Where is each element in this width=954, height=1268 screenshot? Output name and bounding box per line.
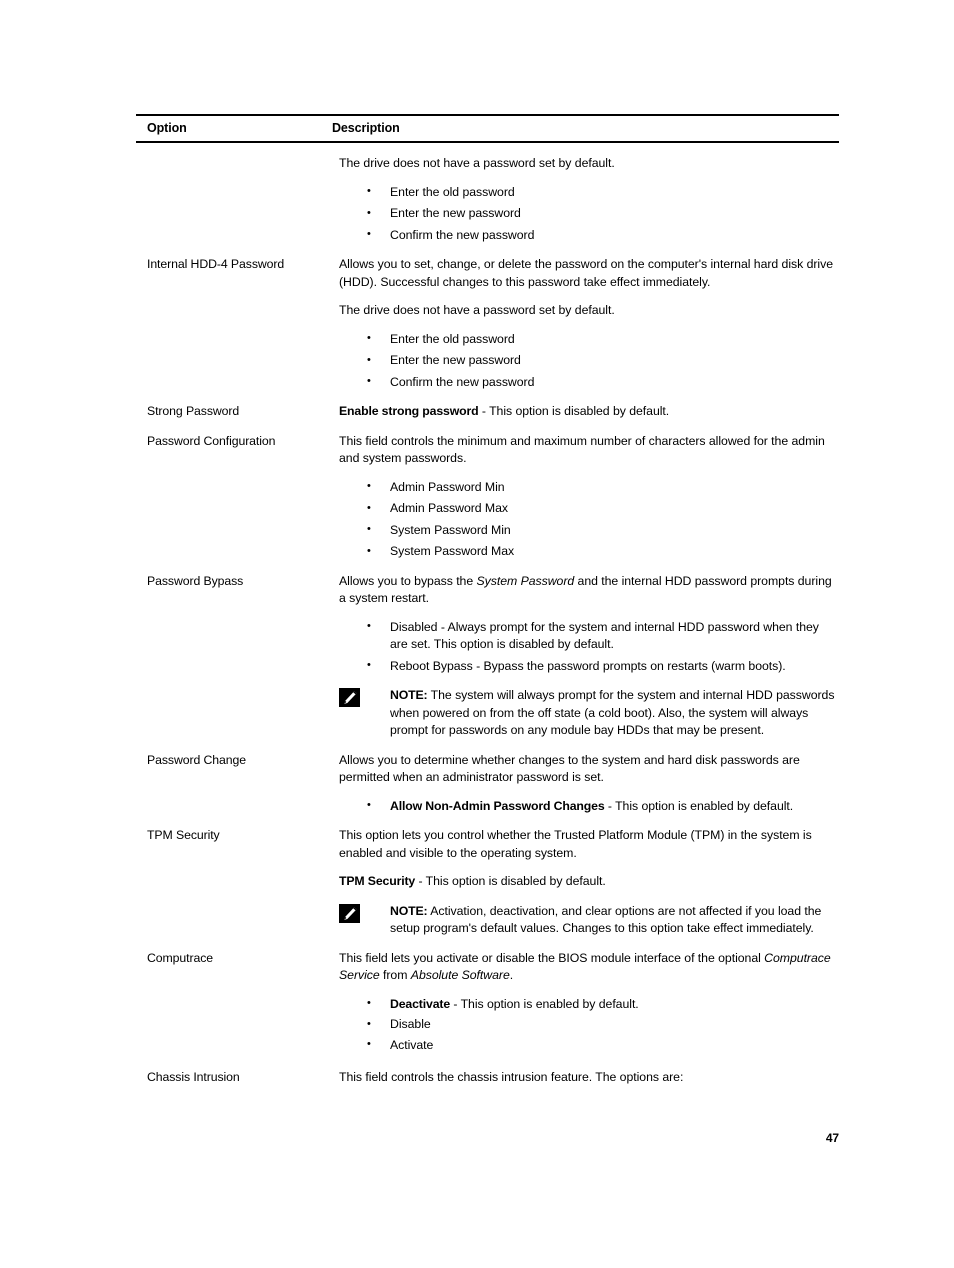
- list-item: Disable: [339, 1016, 837, 1034]
- list-item: Enter the old password: [339, 330, 837, 349]
- table-header-row: Option Description: [136, 116, 839, 141]
- bullet-list: Allow Non-Admin Password Changes - This …: [339, 797, 837, 816]
- table-row: Strong Password Enable strong password -…: [136, 391, 839, 421]
- list-item: Admin Password Min: [339, 478, 837, 497]
- list-item: Enter the old password: [339, 183, 837, 202]
- column-header-description: Description: [332, 121, 400, 135]
- list-item: System Password Max: [339, 543, 837, 561]
- row-option-label: Chassis Intrusion: [147, 1070, 240, 1084]
- list-item-text: - This option is enabled by default.: [450, 996, 639, 1011]
- row-description: Allows you to set, change, or delete the…: [339, 256, 839, 391]
- description-paragraph: Enable strong password - This option is …: [339, 403, 837, 421]
- row-option-label: Password Change: [147, 752, 246, 767]
- row-description: The drive does not have a password set b…: [339, 155, 839, 244]
- bullet-list: Deactivate - This option is enabled by d…: [339, 995, 837, 1055]
- description-text: - This option is disabled by default.: [478, 404, 670, 418]
- document-page: Option Description The drive does not ha…: [0, 0, 954, 1268]
- row-description: This field controls the chassis intrusio…: [339, 1069, 839, 1087]
- note-text: The system will always prompt for the sy…: [390, 688, 835, 737]
- row-description: Allows you to bypass the System Password…: [339, 573, 839, 740]
- list-item: Enter the new password: [339, 205, 837, 223]
- note-pencil-icon: [339, 903, 360, 923]
- list-item: Reboot Bypass - Bypass the password prom…: [339, 657, 837, 676]
- table-row: Internal HDD-4 Password Allows you to se…: [136, 244, 839, 391]
- table-row: TPM Security This option lets you contro…: [136, 815, 839, 938]
- bullet-list: Disabled - Always prompt for the system …: [339, 618, 837, 676]
- description-paragraph: TPM Security - This option is disabled b…: [339, 873, 837, 891]
- list-item: Confirm the new password: [339, 373, 837, 392]
- note-pencil-icon: [339, 688, 360, 707]
- description-paragraph: Allows you to set, change, or delete the…: [339, 257, 833, 289]
- table-row: Password Configuration This field contro…: [136, 421, 839, 561]
- italic-term: Absolute Software: [410, 968, 510, 982]
- emphasis-text: Allow Non-Admin Password Changes: [390, 798, 605, 813]
- page-number: 47: [825, 1131, 839, 1145]
- description-text: This field lets you activate or disable …: [339, 950, 765, 965]
- bullet-list: Admin Password Min Admin Password Max Sy…: [339, 478, 837, 561]
- column-header-option: Option: [147, 121, 187, 135]
- description-paragraph: The drive does not have a password set b…: [339, 303, 615, 317]
- note-text: Activation, deactivation, and clear opti…: [390, 903, 822, 936]
- list-item: Deactivate - This option is enabled by d…: [339, 995, 837, 1014]
- list-item: Admin Password Max: [339, 500, 837, 518]
- list-item: System Password Min: [339, 521, 837, 540]
- description-text: .: [509, 968, 514, 982]
- description-paragraph: The drive does not have a password set b…: [339, 156, 615, 170]
- row-option-label: Internal HDD-4 Password: [147, 257, 285, 271]
- row-description: This option lets you control whether the…: [339, 827, 839, 938]
- table-row: Chassis Intrusion This field controls th…: [136, 1057, 839, 1087]
- row-option-label: Password Configuration: [147, 433, 276, 448]
- description-paragraph: This field lets you activate or disable …: [339, 950, 837, 985]
- description-text: - This option is disabled by default.: [415, 874, 606, 888]
- table-row: Password Change Allows you to determine …: [136, 740, 839, 816]
- emphasis-text: TPM Security: [339, 874, 416, 888]
- list-item: Confirm the new password: [339, 226, 837, 245]
- list-item: Activate: [339, 1036, 837, 1055]
- description-text: Allows you to bypass the: [339, 573, 477, 588]
- description-paragraph: This option lets you control whether the…: [339, 828, 812, 860]
- note-label: NOTE:: [390, 903, 428, 918]
- row-option-label: Strong Password: [147, 404, 240, 418]
- row-option-label: Computrace: [147, 950, 213, 965]
- emphasis-text: Enable strong password: [339, 404, 479, 418]
- description-paragraph: This field controls the chassis intrusio…: [339, 1070, 684, 1084]
- note-label: NOTE:: [390, 688, 428, 702]
- description-text: from: [379, 968, 411, 982]
- row-option-label: TPM Security: [147, 828, 220, 842]
- bullet-list: Enter the old password Enter the new pas…: [339, 183, 837, 245]
- list-item: Enter the new password: [339, 352, 837, 370]
- table-row: The drive does not have a password set b…: [136, 143, 839, 244]
- row-description: Allows you to determine whether changes …: [339, 752, 839, 816]
- note-callout: NOTE: The system will always prompt for …: [339, 687, 837, 740]
- emphasis-text: Deactivate: [390, 996, 451, 1011]
- table-row: Computrace This field lets you activate …: [136, 938, 839, 1058]
- description-paragraph: This field controls the minimum and maxi…: [339, 433, 825, 466]
- row-option-label: Password Bypass: [147, 573, 244, 588]
- note-callout: NOTE: Activation, deactivation, and clea…: [339, 903, 837, 938]
- list-item: Allow Non-Admin Password Changes - This …: [339, 797, 837, 816]
- italic-term: System Password: [476, 573, 575, 588]
- description-paragraph: Allows you to determine whether changes …: [339, 752, 800, 785]
- description-paragraph: Allows you to bypass the System Password…: [339, 573, 837, 608]
- list-item-text: - This option is enabled by default.: [604, 798, 794, 813]
- row-description: This field lets you activate or disable …: [339, 950, 839, 1058]
- row-description: Enable strong password - This option is …: [339, 403, 839, 421]
- options-table: Option Description The drive does not ha…: [136, 114, 839, 1087]
- row-description: This field controls the minimum and maxi…: [339, 433, 839, 561]
- list-item: Disabled - Always prompt for the system …: [339, 618, 837, 654]
- bullet-list: Enter the old password Enter the new pas…: [339, 330, 837, 392]
- table-row: Password Bypass Allows you to bypass the…: [136, 561, 839, 740]
